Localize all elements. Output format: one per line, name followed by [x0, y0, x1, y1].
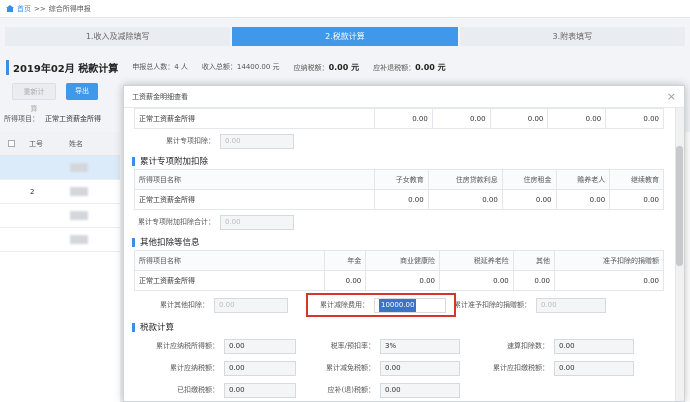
tax-row: 累计应纳税所得额： 0.00 税率/预扣率： 3% 速算扣除数： 0.00 — [134, 335, 676, 357]
masked-name — [70, 235, 88, 244]
section-tax-calculation: 税款计算 — [132, 319, 676, 335]
scrollbar-thumb[interactable] — [676, 146, 683, 266]
table-row[interactable]: 2 — [0, 180, 120, 204]
special-deduction-table: 正常工资薪金所得 0.00 0.00 0.00 0.00 0.00 — [134, 108, 664, 129]
table-row: 正常工资薪金所得 0.00 0.00 0.00 0.00 0.00 — [134, 270, 664, 291]
tax-refund-field: 0.00 — [380, 382, 460, 398]
header-employee-no: 工号 — [29, 139, 43, 148]
other-total-field: 0.00 — [214, 297, 288, 313]
step-tax-calculation[interactable]: 2.税款计算 — [232, 27, 458, 46]
step-attachment[interactable]: 3.附表填写 — [459, 27, 685, 46]
table-row[interactable] — [0, 156, 120, 180]
dialog-header: 工资薪金明细查看 × — [124, 86, 684, 108]
section-other-deduction: 其他扣除等信息 — [132, 234, 676, 250]
section-additional-deduction: 累计专项附加扣除 — [132, 153, 676, 169]
tax-due: 应纳税额：0.00 元 — [293, 62, 360, 72]
tax-relief-field: 0.00 — [380, 360, 460, 376]
refund-amount: 应补退税额：0.00 元 — [373, 62, 446, 72]
breadcrumb-home[interactable]: 首页 — [17, 4, 31, 14]
income-total: 收入总额：14400.00 元 — [201, 63, 280, 71]
quick-deduction-field: 0.00 — [554, 338, 634, 354]
donation-field: 0.00 — [536, 297, 606, 313]
table-row: 正常工资薪金所得 0.00 0.00 0.00 0.00 0.00 — [134, 108, 664, 129]
declare-count: 申报总人数：4 人 — [132, 63, 188, 71]
dialog-title: 工资薪金明细查看 — [132, 92, 188, 101]
step-income-deduction[interactable]: 1.收入及减除填写 — [5, 27, 231, 46]
special-deduction-field: 0.00 — [220, 133, 294, 149]
masked-name — [70, 163, 88, 172]
taxable-income-field: 0.00 — [224, 338, 296, 354]
close-icon[interactable]: × — [667, 90, 676, 103]
table-row: 正常工资薪金所得 0.00 0.00 0.00 0.00 0.00 — [134, 189, 664, 210]
masked-name — [70, 187, 88, 196]
table-header: 所得项目名称 年金 商业健康险 税延养老险 其他 准予扣除的捐赠额 — [134, 250, 664, 271]
header-name: 姓名 — [69, 139, 83, 148]
special-deduction-row: 累计专项扣除： 0.00 — [134, 129, 676, 153]
tax-row: 已扣缴税额： 0.00 应补(退)税额： 0.00 — [134, 379, 676, 401]
export-button[interactable]: 导出 — [66, 83, 98, 100]
tax-payable-field: 0.00 — [224, 360, 296, 376]
masked-name — [70, 211, 88, 220]
income-item-filter: 所得项目： 正常工资薪金所得 — [4, 114, 101, 124]
table-header: 工号 姓名 — [0, 132, 120, 156]
table-header: 所得项目名称 子女教育 住房贷款利息 住房租金 赡养老人 继续教育 — [134, 169, 664, 190]
highlight-box — [306, 293, 456, 317]
employee-table: 工号 姓名 2 — [0, 132, 120, 402]
step-bar: 1.收入及减除填写 2.税款计算 3.附表填写 — [5, 27, 685, 46]
tax-withholding-field: 0.00 — [554, 360, 634, 376]
income-item-name: 正常工资薪金所得 — [134, 108, 375, 129]
table-row[interactable] — [0, 228, 120, 252]
page-title: 2019年02月 税款计算 — [6, 59, 118, 75]
breadcrumb: 首页 >> 综合所得申报 — [0, 0, 690, 18]
app-root: 首页 >> 综合所得申报 1.收入及减除填写 2.税款计算 3.附表填写 201… — [0, 0, 690, 402]
action-buttons: 重新计算 导出 — [12, 83, 98, 113]
home-icon[interactable] — [6, 5, 14, 12]
additional-total-field: 0.00 — [220, 214, 294, 230]
filter-label: 所得项目： — [4, 115, 39, 123]
breadcrumb-current: 综合所得申报 — [48, 4, 91, 13]
filter-select[interactable]: 正常工资薪金所得 — [45, 114, 101, 124]
additional-total-row: 累计专项附加扣除合计： 0.00 — [124, 210, 676, 234]
breadcrumb-separator: >> — [34, 4, 46, 13]
withheld-tax-field: 0.00 — [224, 382, 296, 398]
dialog-body: 正常工资薪金所得 0.00 0.00 0.00 0.00 0.00 累计专项扣除… — [124, 108, 676, 401]
other-deduction-table: 所得项目名称 年金 商业健康险 税延养老险 其他 准予扣除的捐赠额 正常工资薪金… — [134, 250, 664, 291]
tax-row: 累计应纳税额： 0.00 累计减免税额： 0.00 累计应扣缴税额： 0.00 — [134, 357, 676, 379]
recalculate-button[interactable]: 重新计算 — [12, 83, 56, 113]
table-row[interactable] — [0, 204, 120, 228]
summary-bar: 2019年02月 税款计算 申报总人数：4 人 收入总额：14400.00 元 … — [6, 59, 446, 75]
additional-deduction-table: 所得项目名称 子女教育 住房贷款利息 住房租金 赡养老人 继续教育 正常工资薪金… — [134, 169, 664, 210]
select-all-checkbox[interactable] — [8, 140, 15, 147]
salary-detail-dialog: 工资薪金明细查看 × 正常工资薪金所得 0.00 0.00 0.00 0.00 … — [123, 85, 685, 402]
tax-rate-field: 3% — [380, 338, 460, 354]
